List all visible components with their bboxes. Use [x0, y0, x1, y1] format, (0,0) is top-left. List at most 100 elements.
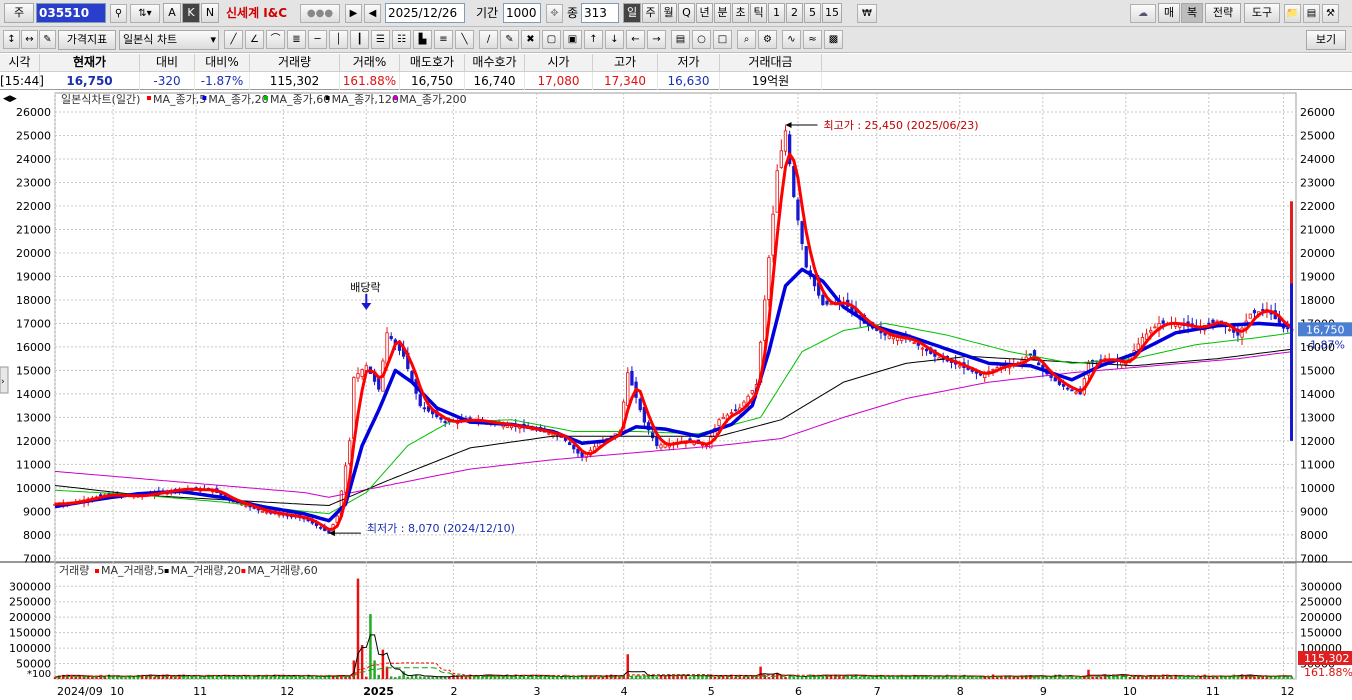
period-btn-1[interactable]: 주 — [642, 3, 659, 23]
arrow-up-down-icon[interactable]: ↕ — [3, 30, 20, 49]
cloud-icon[interactable]: ☁ — [1130, 4, 1156, 23]
volume-bar — [713, 676, 717, 679]
volume-bar — [655, 676, 659, 679]
dividend-label: 배당락 — [350, 281, 380, 294]
crosshair-icon[interactable]: ✥ — [546, 4, 563, 23]
y-tick-left: 12000 — [16, 435, 51, 448]
square-icon[interactable]: □ — [713, 30, 732, 49]
channel-icon[interactable]: ┃ — [350, 30, 369, 49]
volume-bar — [1145, 676, 1148, 679]
quote-header-1: 현재가 — [40, 54, 140, 72]
candle-body — [1161, 320, 1165, 324]
period-btn-4[interactable]: 년 — [696, 3, 713, 23]
volume-bar — [975, 677, 978, 679]
chart-type-combo[interactable]: 일본식 차트 ▾ — [119, 30, 219, 50]
y-tick-right: 21000 — [1300, 223, 1335, 236]
y-tick-left: 19000 — [16, 270, 51, 283]
volume-bar — [406, 676, 410, 679]
box-fill-icon[interactable]: ▣ — [563, 30, 582, 49]
grid-icon[interactable]: ☰ — [371, 30, 390, 49]
period-btn-3[interactable]: Q — [678, 3, 695, 23]
search-icon[interactable]: ⚲ — [110, 4, 127, 23]
candle-body — [385, 332, 389, 365]
candle-body — [825, 300, 829, 305]
gear-icon[interactable]: ⚙ — [758, 30, 777, 49]
strategy-button[interactable]: 전략 — [1205, 3, 1241, 23]
edit-icon[interactable]: ✎ — [39, 30, 56, 49]
box-icon[interactable]: ▢ — [542, 30, 561, 49]
period-btn-2[interactable]: 월 — [660, 3, 677, 23]
line-icon[interactable]: ╱ — [224, 30, 243, 49]
period-input[interactable]: 1000 — [503, 3, 541, 23]
hline-icon[interactable]: ─ — [308, 30, 327, 49]
info-icon[interactable]: ●●● — [300, 4, 340, 23]
slash-icon[interactable]: ╲ — [455, 30, 474, 49]
hash-icon[interactable]: ₩ — [857, 4, 877, 23]
play-left-icon[interactable]: ◀ — [364, 4, 381, 23]
volume-bar — [892, 676, 895, 679]
volume-bar — [1290, 676, 1294, 679]
volume-bar — [796, 676, 800, 679]
market-selector[interactable]: 주 — [4, 3, 34, 23]
btn-n[interactable]: N — [201, 3, 219, 23]
wave2-icon[interactable]: ≈ — [803, 30, 822, 49]
quote-value-2: -320 — [140, 72, 195, 90]
circle-icon[interactable]: ○ — [692, 30, 711, 49]
indicator-combo[interactable]: 가격지표 — [58, 30, 116, 50]
fan-icon[interactable]: ≣ — [287, 30, 306, 49]
arrow-left-right-icon[interactable]: ↔ — [21, 30, 38, 49]
tools-button[interactable]: 도구 — [1244, 3, 1280, 23]
table-icon[interactable]: ☷ — [392, 30, 411, 49]
y-tick-right: 9000 — [1300, 505, 1328, 518]
period-btn-10[interactable]: 5 — [804, 3, 821, 23]
list-icon[interactable]: ▤ — [671, 30, 690, 49]
trend-icon[interactable]: ∕ — [479, 30, 498, 49]
fibo-icon[interactable]: ≡ — [434, 30, 453, 49]
bar-icon[interactable]: ▙ — [413, 30, 432, 49]
btn-k[interactable]: K — [182, 3, 200, 23]
wave-icon[interactable]: ∿ — [782, 30, 801, 49]
date-input[interactable]: 2025/12/26 — [385, 3, 465, 23]
period-btn-0[interactable]: 일 — [623, 3, 641, 23]
sort-icon[interactable]: ⇅▾ — [130, 4, 160, 23]
y-tick-right: 22000 — [1300, 200, 1335, 213]
y-tick-left: 18000 — [16, 294, 51, 307]
delete-icon[interactable]: ✖ — [521, 30, 540, 49]
period-btn-8[interactable]: 1 — [768, 3, 785, 23]
chart-area[interactable]: 26000 2600025000 2500024000 2400023000 23000… — [0, 91, 1352, 700]
period-btn-11[interactable]: 15 — [822, 3, 842, 23]
period-btn-9[interactable]: 2 — [786, 3, 803, 23]
y-tick-left: 17000 — [16, 317, 51, 330]
folder-icon[interactable]: 📁 — [1284, 4, 1301, 23]
volume-panel — [54, 562, 1297, 680]
x-tick-label: 12 — [280, 685, 294, 698]
arrow-left-icon[interactable]: ← — [626, 30, 645, 49]
candle-body — [655, 436, 659, 446]
settings-icon[interactable]: ⚒ — [1322, 4, 1339, 23]
volume-bar — [929, 676, 933, 679]
grid-box-icon[interactable]: ▩ — [824, 30, 843, 49]
view-button[interactable]: 보기 — [1306, 30, 1346, 50]
arrow-down-icon[interactable]: ↓ — [605, 30, 624, 49]
play-right-icon[interactable]: ▶ — [345, 4, 362, 23]
range-bar-down — [1290, 283, 1293, 441]
pencil-icon[interactable]: ✎ — [500, 30, 519, 49]
arrow-right-icon[interactable]: → — [647, 30, 666, 49]
angle-icon[interactable]: ∠ — [245, 30, 264, 49]
period-btn-7[interactable]: 틱 — [750, 3, 767, 23]
btn-a[interactable]: A — [163, 3, 181, 23]
period-btn-6[interactable]: 초 — [732, 3, 749, 23]
stock-code-input[interactable]: 035510 — [36, 3, 106, 23]
candle-body — [1136, 343, 1140, 350]
zoom-icon[interactable]: ⌕ — [737, 30, 756, 49]
save-icon[interactable]: ▤ — [1303, 4, 1320, 23]
btn-buy[interactable]: 매 — [1158, 3, 1180, 23]
vline-icon[interactable]: │ — [329, 30, 348, 49]
btn-restore[interactable]: 복 — [1181, 3, 1203, 23]
period-btn-5[interactable]: 분 — [714, 3, 731, 23]
arrow-up-icon[interactable]: ↑ — [584, 30, 603, 49]
arc-icon[interactable]: ⌒ — [266, 30, 285, 49]
volume-bar — [174, 677, 177, 679]
volume-bar — [659, 675, 663, 679]
count-input[interactable]: 313 — [581, 3, 619, 23]
